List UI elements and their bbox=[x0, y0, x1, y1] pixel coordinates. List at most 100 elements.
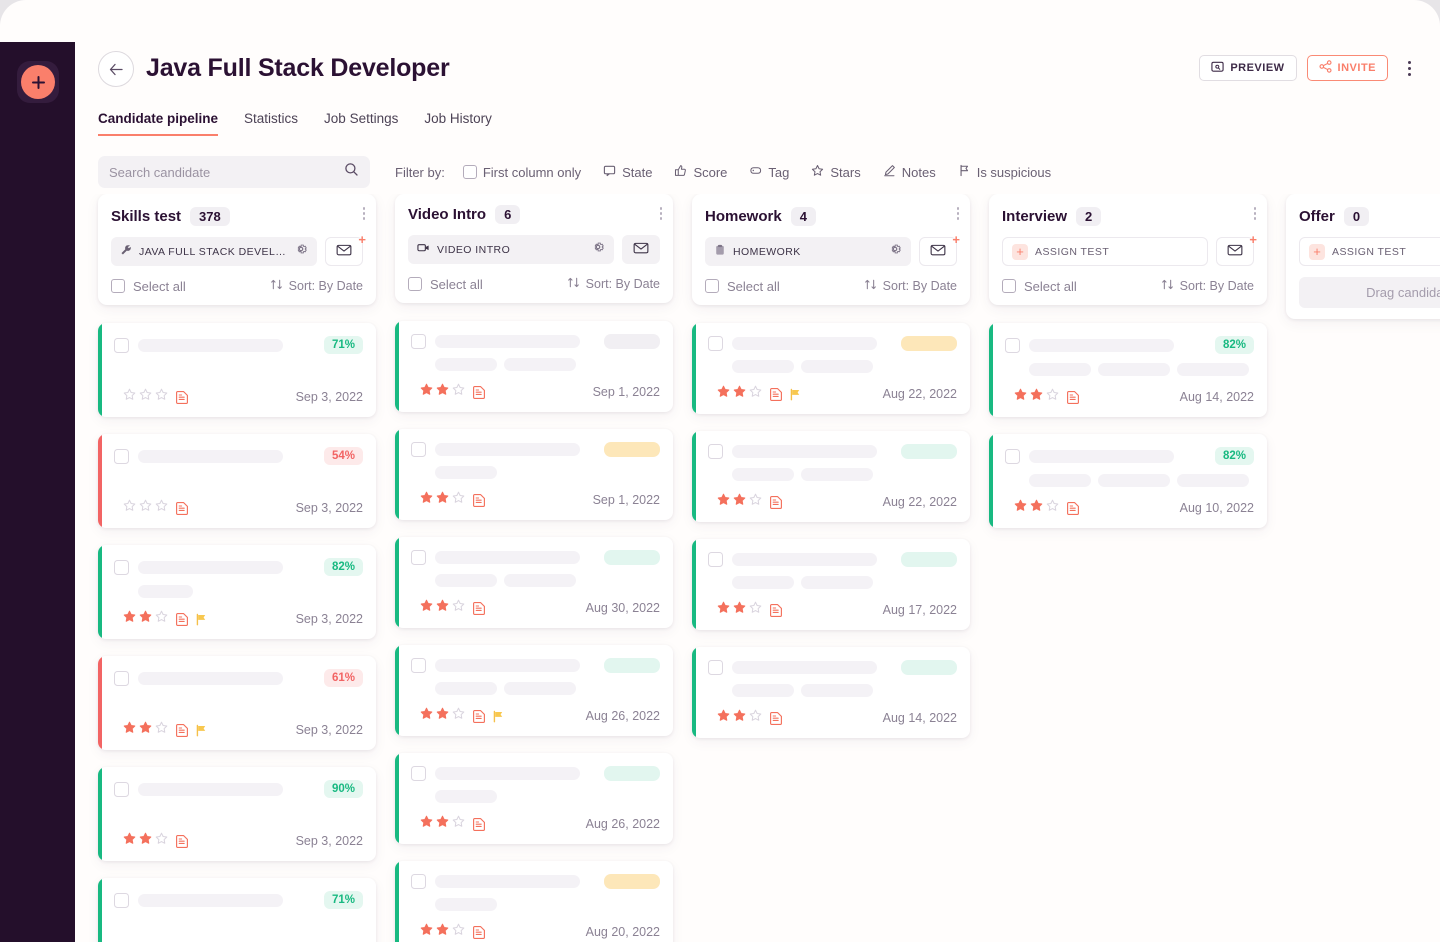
candidate-card[interactable]: Aug 20, 2022 bbox=[395, 861, 673, 942]
note-icon[interactable] bbox=[770, 603, 783, 617]
gear-icon[interactable] bbox=[591, 240, 605, 259]
star-icon[interactable] bbox=[436, 707, 449, 725]
card-checkbox[interactable] bbox=[114, 448, 129, 464]
star-icon[interactable] bbox=[436, 383, 449, 401]
star-icon[interactable] bbox=[452, 707, 465, 725]
star-icon[interactable] bbox=[139, 610, 152, 628]
star-icon[interactable] bbox=[733, 709, 746, 727]
card-checkbox[interactable] bbox=[114, 559, 129, 575]
star-icon[interactable] bbox=[452, 923, 465, 941]
plus-icon[interactable] bbox=[21, 65, 55, 99]
column-kebab-menu-icon[interactable] bbox=[659, 207, 662, 220]
candidate-card[interactable]: Aug 26, 2022 bbox=[395, 753, 673, 844]
note-icon[interactable] bbox=[176, 834, 189, 848]
star-icon[interactable] bbox=[733, 385, 746, 403]
star-icon[interactable] bbox=[749, 493, 762, 511]
note-icon[interactable] bbox=[473, 925, 486, 939]
card-checkbox[interactable] bbox=[114, 781, 129, 797]
candidate-card[interactable]: Aug 14, 2022 bbox=[692, 647, 970, 738]
flag-icon[interactable] bbox=[195, 724, 208, 737]
note-icon[interactable] bbox=[1067, 501, 1080, 515]
star-icon[interactable] bbox=[749, 709, 762, 727]
note-icon[interactable] bbox=[473, 817, 486, 831]
note-icon[interactable] bbox=[770, 495, 783, 509]
checkbox-icon[interactable] bbox=[1002, 279, 1016, 293]
column-kebab-menu-icon[interactable] bbox=[956, 207, 959, 220]
send-email-button[interactable]: + bbox=[325, 233, 366, 266]
flag-icon[interactable] bbox=[195, 613, 208, 626]
star-icon[interactable] bbox=[452, 383, 465, 401]
note-icon[interactable] bbox=[770, 387, 783, 401]
filter-notes[interactable]: Notes bbox=[883, 164, 936, 180]
sort-control[interactable]: Sort: By Date bbox=[864, 278, 957, 294]
filter-stars[interactable]: Stars bbox=[811, 164, 861, 180]
candidate-card[interactable]: Sep 1, 2022 bbox=[395, 429, 673, 520]
filter-score[interactable]: Score bbox=[674, 164, 727, 180]
candidate-card[interactable]: 82% Sep 3, 2022 bbox=[98, 545, 376, 639]
star-icon[interactable] bbox=[139, 388, 152, 406]
candidate-card[interactable]: 71% Sep 3, 2022 bbox=[98, 323, 376, 417]
star-icon[interactable] bbox=[717, 709, 730, 727]
card-checkbox[interactable] bbox=[708, 336, 723, 351]
star-icon[interactable] bbox=[1014, 388, 1027, 406]
star-icon[interactable] bbox=[749, 385, 762, 403]
select-all-control[interactable]: Select all bbox=[408, 277, 483, 292]
star-icon[interactable] bbox=[155, 721, 168, 739]
sort-control[interactable]: Sort: By Date bbox=[567, 276, 660, 292]
rating-stars[interactable] bbox=[717, 385, 762, 403]
rating-stars[interactable] bbox=[420, 599, 465, 617]
sort-control[interactable]: Sort: By Date bbox=[1161, 278, 1254, 294]
candidate-card[interactable]: Aug 22, 2022 bbox=[692, 323, 970, 414]
candidate-card[interactable]: Aug 26, 2022 bbox=[395, 645, 673, 736]
star-icon[interactable] bbox=[420, 707, 433, 725]
filter-is-suspicious[interactable]: Is suspicious bbox=[958, 164, 1051, 180]
invite-button[interactable]: INVITE bbox=[1306, 55, 1388, 81]
candidate-card[interactable]: 61% Sep 3, 2022 bbox=[98, 656, 376, 750]
note-icon[interactable] bbox=[473, 493, 486, 507]
star-icon[interactable] bbox=[155, 610, 168, 628]
star-icon[interactable] bbox=[1046, 499, 1059, 517]
star-icon[interactable] bbox=[420, 815, 433, 833]
select-all-control[interactable]: Select all bbox=[705, 279, 780, 294]
tab-job-settings[interactable]: Job Settings bbox=[324, 111, 398, 136]
star-icon[interactable] bbox=[123, 610, 136, 628]
star-icon[interactable] bbox=[420, 491, 433, 509]
star-icon[interactable] bbox=[452, 599, 465, 617]
sort-control[interactable]: Sort: By Date bbox=[270, 278, 363, 294]
rating-stars[interactable] bbox=[123, 499, 168, 517]
search-icon[interactable] bbox=[344, 162, 359, 182]
card-checkbox[interactable] bbox=[114, 337, 129, 353]
tab-job-history[interactable]: Job History bbox=[424, 111, 492, 136]
card-checkbox[interactable] bbox=[411, 766, 426, 781]
send-email-button[interactable] bbox=[622, 235, 660, 264]
search-box[interactable] bbox=[98, 156, 370, 188]
rating-stars[interactable] bbox=[420, 383, 465, 401]
rating-stars[interactable] bbox=[717, 493, 762, 511]
filter-first-column-only[interactable]: First column only bbox=[462, 165, 581, 180]
star-icon[interactable] bbox=[139, 721, 152, 739]
drag-candidate-placeholder[interactable]: Drag candidate here bbox=[1299, 277, 1440, 308]
note-icon[interactable] bbox=[1067, 390, 1080, 404]
send-email-button[interactable]: + bbox=[919, 233, 960, 266]
star-icon[interactable] bbox=[733, 493, 746, 511]
rating-stars[interactable] bbox=[420, 923, 465, 941]
card-checkbox[interactable] bbox=[411, 874, 426, 889]
rating-stars[interactable] bbox=[717, 709, 762, 727]
rating-stars[interactable] bbox=[123, 832, 168, 850]
star-icon[interactable] bbox=[452, 815, 465, 833]
star-icon[interactable] bbox=[1046, 388, 1059, 406]
search-input[interactable] bbox=[109, 164, 344, 180]
candidate-card[interactable]: Aug 17, 2022 bbox=[692, 539, 970, 630]
note-icon[interactable] bbox=[176, 723, 189, 737]
note-icon[interactable] bbox=[176, 501, 189, 515]
note-icon[interactable] bbox=[770, 711, 783, 725]
star-icon[interactable] bbox=[436, 491, 449, 509]
star-icon[interactable] bbox=[717, 601, 730, 619]
star-icon[interactable] bbox=[733, 601, 746, 619]
card-checkbox[interactable] bbox=[411, 334, 426, 349]
star-icon[interactable] bbox=[717, 385, 730, 403]
note-icon[interactable] bbox=[473, 709, 486, 723]
send-email-button[interactable]: + bbox=[1216, 233, 1257, 266]
card-checkbox[interactable] bbox=[708, 552, 723, 567]
candidate-card[interactable]: Sep 1, 2022 bbox=[395, 321, 673, 412]
